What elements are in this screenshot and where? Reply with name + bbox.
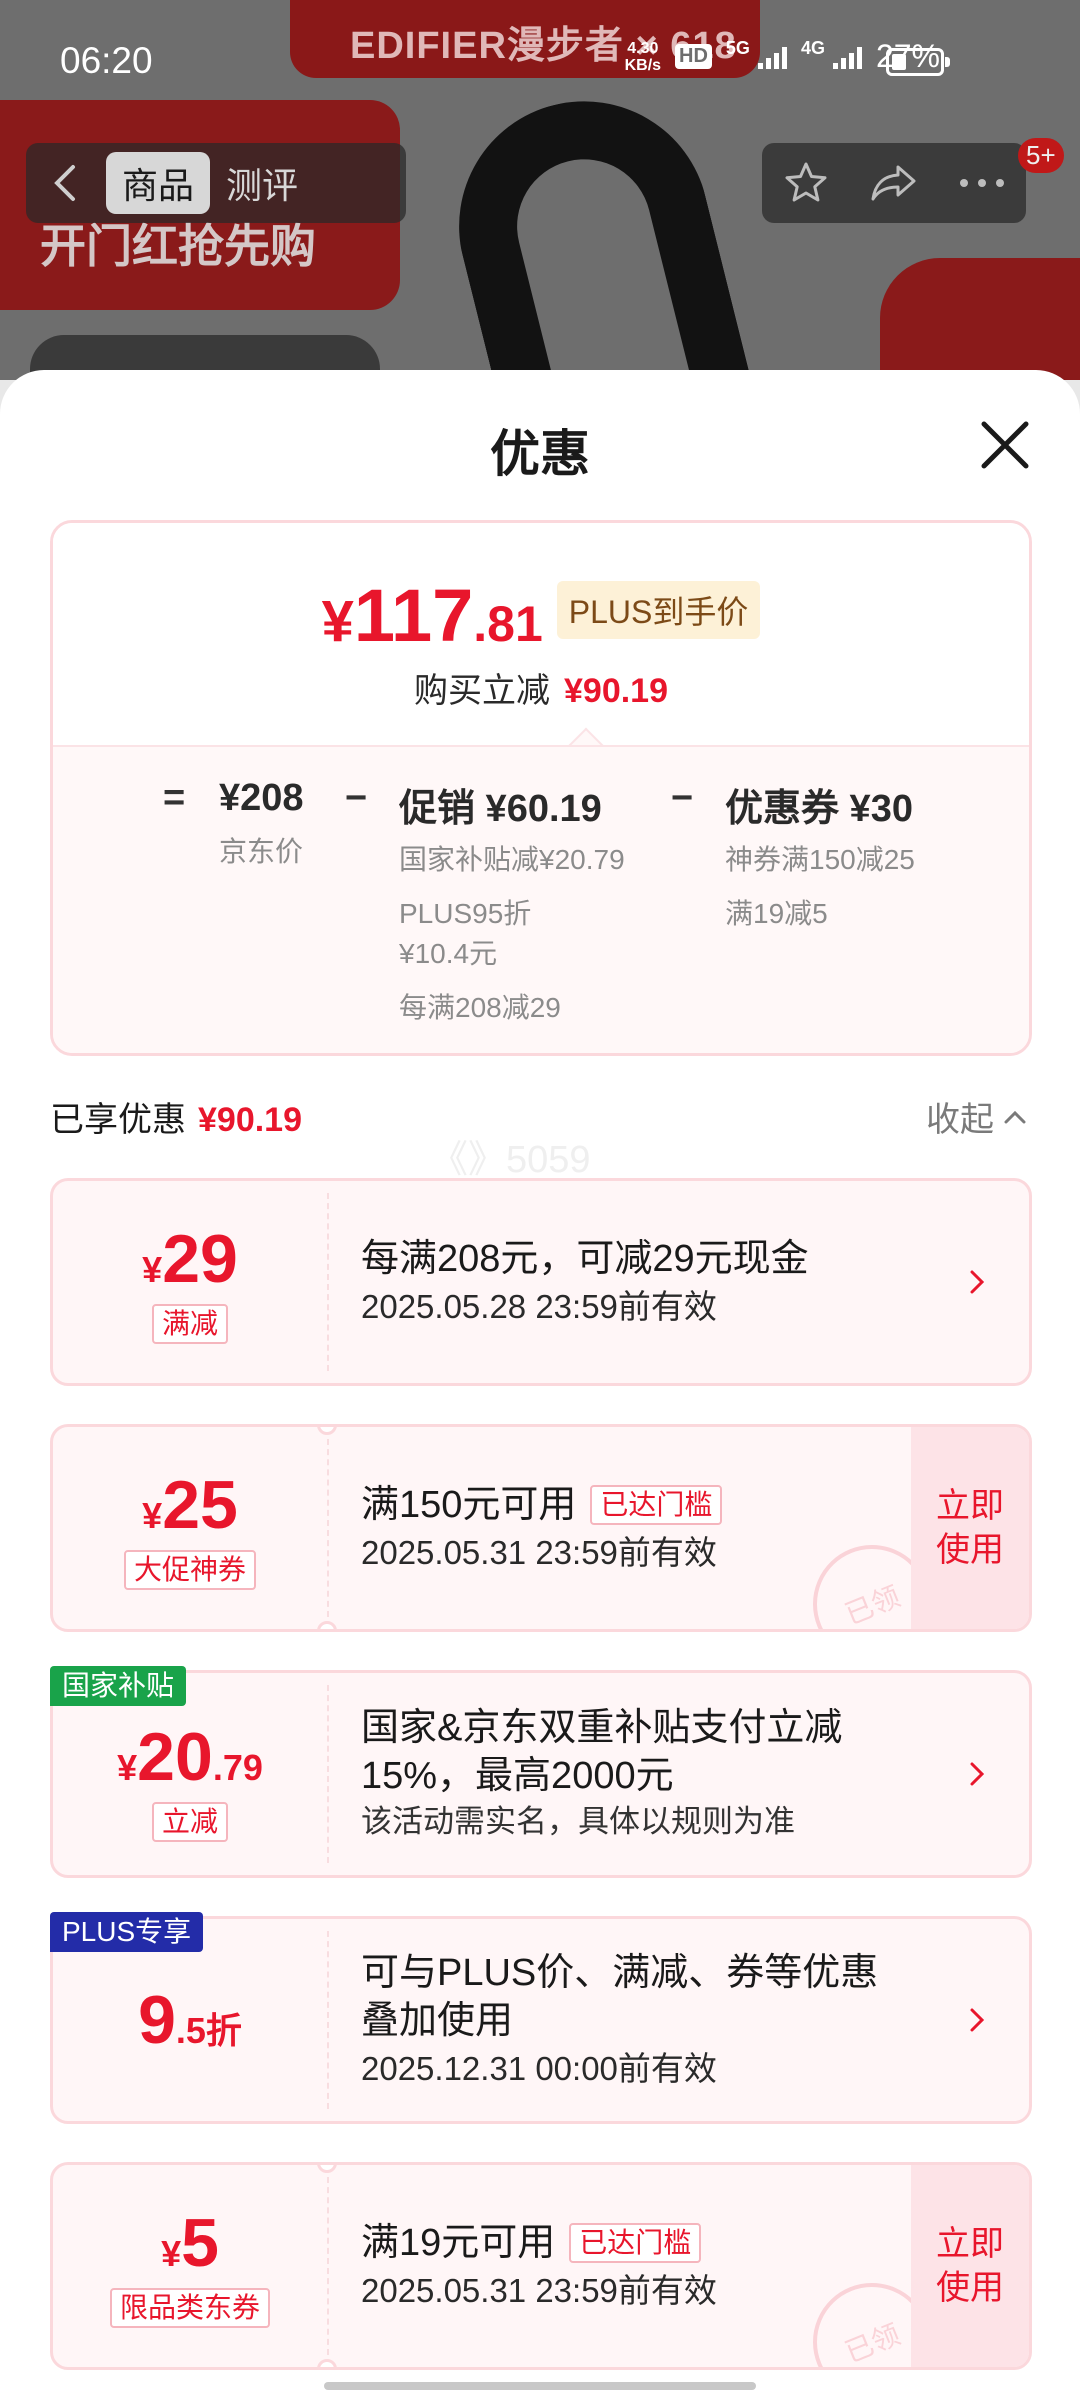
coupon-card[interactable]: ¥25 大促神券 满150元可用 已达门槛 2025.05.31 23:59前有效…	[50, 1424, 1032, 1632]
headphone-image	[432, 74, 758, 380]
chevron-right-icon	[970, 1270, 985, 1294]
final-price: ¥ 117 .81 PLUS到手价	[53, 573, 1029, 658]
coupon-info: 国家&京东双重补贴支付立减15%，最高2000元 该活动需实名，具体以规则为准	[361, 1707, 843, 1839]
more-icon[interactable]	[942, 143, 1022, 223]
network-type-5g: 5G	[725, 38, 750, 58]
coupon-value: ¥5 限品类东券	[53, 2165, 327, 2367]
discount-sheet: 优惠 ¥ 117 .81 PLUS到手价 购买立减 ¥90.19 = ¥208 京…	[0, 370, 1080, 2400]
chevron-up-icon	[1004, 1110, 1026, 1123]
subsidy-banner	[880, 258, 1080, 380]
network-speed: 4.30 KB/s	[624, 39, 662, 74]
plus-price-tag: PLUS到手价	[556, 580, 761, 639]
price-summary-card: ¥ 117 .81 PLUS到手价 购买立减 ¥90.19 = ¥208 京东价 …	[50, 520, 1032, 1056]
coupon-info: 每满208元，可减29元现金 2025.05.28 23:59前有效	[361, 1238, 809, 1325]
threshold-reached-tag: 已达门槛	[569, 2223, 702, 2263]
battery-icon	[886, 48, 950, 76]
tab-product[interactable]: 商品	[106, 152, 211, 214]
tab-review[interactable]: 测评	[210, 152, 314, 214]
coupon-info: 可与PLUS价、满减、券等优惠叠加使用 2025.12.31 00:00前有效	[361, 1952, 879, 2087]
minus-sign: −	[671, 777, 694, 819]
signal-icon-2	[832, 45, 862, 69]
coupon-info: 满19元可用 已达门槛 2025.05.31 23:59前有效	[361, 2222, 717, 2309]
chevron-right-icon	[970, 1762, 985, 1786]
threshold-reached-tag: 已达门槛	[590, 1485, 723, 1525]
message-count-badge: 5+	[1018, 138, 1064, 173]
use-now-button[interactable]: 立即使用	[911, 1427, 1029, 1629]
saving-amount: ¥90.19	[564, 672, 668, 710]
star-icon[interactable]	[766, 143, 846, 223]
coupon-col: 优惠券 ¥30 神券满150减25 满19减5	[725, 788, 915, 929]
coupon-card[interactable]: ¥29 满减 每满208元，可减29元现金 2025.05.28 23:59前有…	[50, 1178, 1032, 1386]
collapse-button[interactable]: 收起	[926, 1092, 1028, 1141]
coupon-type-tag: 立减	[151, 1802, 228, 1842]
national-subsidy-badge: 国家补贴	[50, 1666, 187, 1706]
network-type-4g: 4G	[800, 38, 825, 58]
product-actions	[762, 143, 1026, 223]
back-icon[interactable]	[26, 143, 106, 223]
hd-icon: HD	[675, 44, 712, 69]
chevron-right-icon	[970, 2008, 985, 2032]
sheet-title: 优惠	[490, 426, 590, 482]
share-icon[interactable]	[854, 143, 934, 223]
enjoyed-discount: 已享优惠 ¥90.19	[50, 1101, 302, 1139]
coupon-type-tag: 满减	[151, 1304, 228, 1344]
status-bar: 06:20 4.30 KB/s HD 5G 4G 27%	[0, 0, 1080, 120]
close-icon[interactable]	[970, 410, 1040, 480]
status-time: 06:20	[60, 40, 153, 81]
use-now-button[interactable]: 立即使用	[911, 2165, 1029, 2367]
minus-sign: −	[345, 777, 368, 819]
home-indicator[interactable]	[324, 2382, 756, 2390]
signal-icon	[757, 45, 787, 69]
promo-col: 促销 ¥60.19 国家补贴减¥20.79 PLUS95折 ¥10.4元 每满2…	[399, 788, 625, 1023]
coupon-card[interactable]: ¥5 限品类东券 满19元可用 已达门槛 2025.05.31 23:59前有效 …	[50, 2162, 1032, 2370]
coupon-info: 满150元可用 已达门槛 2025.05.31 23:59前有效	[361, 1427, 889, 1629]
coupon-value: ¥29 满减	[53, 1181, 327, 1383]
saving-row: 购买立减 ¥90.19	[414, 672, 668, 710]
price-formula: = ¥208 京东价 − 促销 ¥60.19 国家补贴减¥20.79 PLUS9…	[53, 745, 1029, 1053]
coupon-type-tag: 限品类东券	[109, 2288, 270, 2328]
coupon-type-tag: 大促神券	[123, 1550, 256, 1590]
watermark: 《》5059	[430, 1139, 591, 1181]
plus-exclusive-badge: PLUS专享	[50, 1912, 204, 1952]
jd-price-col: ¥208 京东价	[219, 777, 304, 867]
product-nav: 商品 测评	[26, 143, 406, 223]
coupon-card[interactable]: ¥20.79 立减 国家&京东双重补贴支付立减15%，最高2000元 该活动需实…	[50, 1670, 1032, 1878]
coupon-value: ¥25 大促神券	[53, 1427, 327, 1629]
equals-sign: =	[163, 777, 186, 819]
